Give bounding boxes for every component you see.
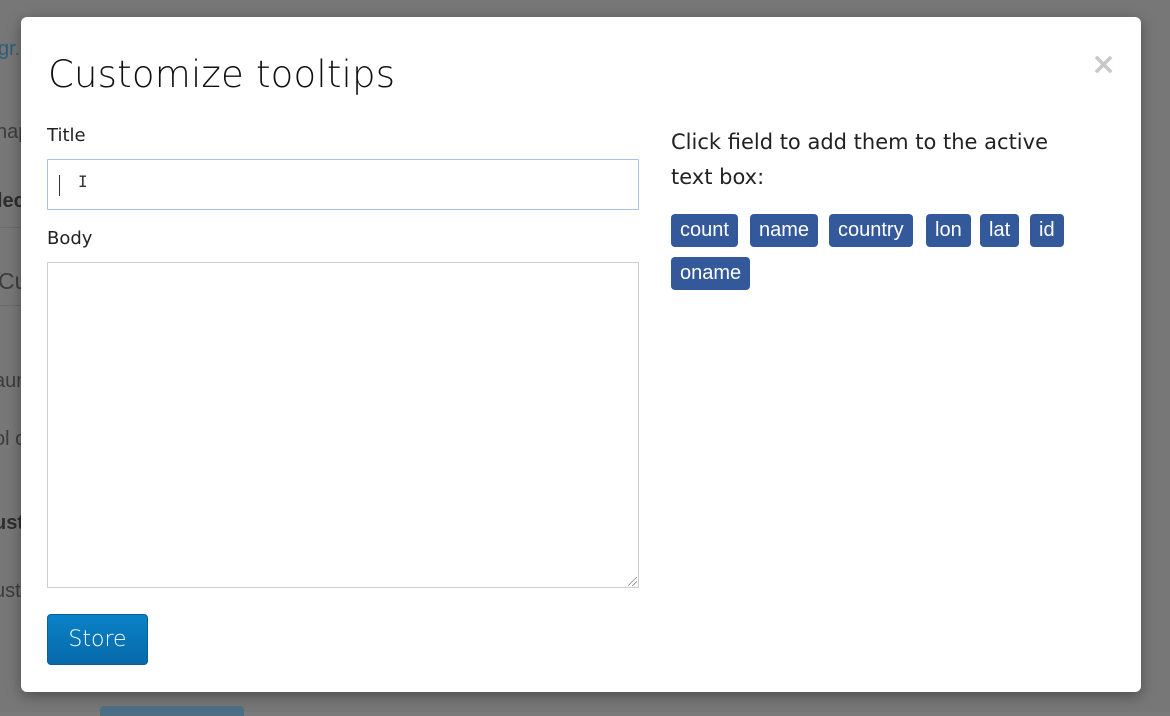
modal-title: Customize tooltips (48, 53, 396, 96)
field-tag-id[interactable]: id (1030, 214, 1064, 247)
field-tag-lon[interactable]: lon (926, 214, 971, 247)
field-tag-country[interactable]: country (829, 214, 913, 247)
body-textarea[interactable] (47, 262, 639, 588)
text-caret (59, 175, 60, 196)
field-tag-oname[interactable]: oname (671, 257, 751, 290)
background-text-fragment: ust (0, 580, 21, 602)
store-button[interactable]: Store (47, 614, 148, 665)
title-input[interactable]: I (47, 159, 639, 210)
close-button[interactable]: × (1091, 50, 1116, 80)
customize-tooltips-modal: Customize tooltips × Title I Body Store … (21, 17, 1141, 692)
field-tag-lat[interactable]: lat (980, 214, 1020, 247)
field-tag-count[interactable]: count (671, 214, 738, 247)
field-hint-text: Click field to add them to the active te… (671, 130, 1048, 189)
ibeam-cursor-icon: I (78, 172, 88, 191)
background-divider (0, 227, 22, 228)
body-label: Body (47, 228, 93, 249)
title-label: Title (47, 125, 86, 146)
field-tag-name[interactable]: name (750, 214, 819, 247)
background-divider (0, 305, 22, 306)
resize-handle-icon[interactable] (628, 577, 637, 586)
background-button (100, 706, 244, 716)
background-link-fragment: gr. (0, 38, 21, 60)
